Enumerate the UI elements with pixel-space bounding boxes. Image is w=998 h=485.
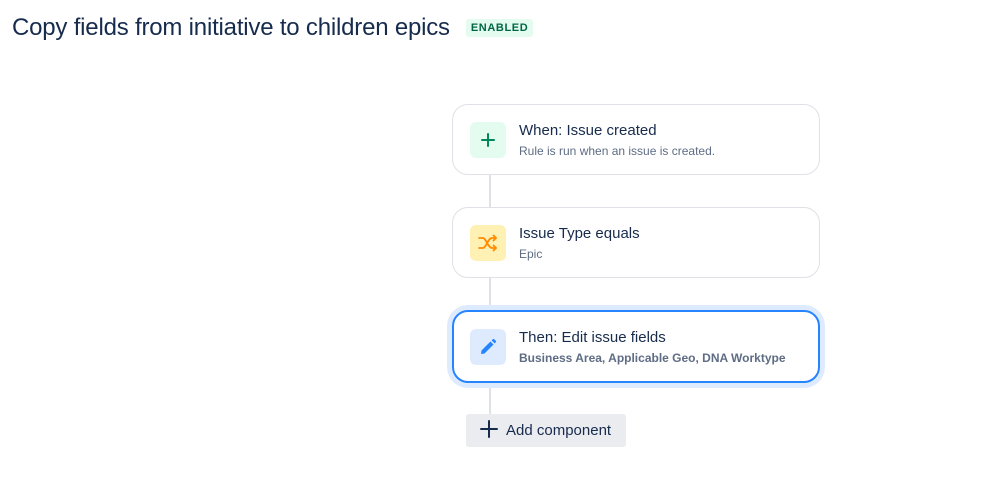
add-component-button[interactable]: Add component bbox=[466, 414, 626, 447]
connector-line bbox=[489, 382, 491, 416]
component-subtitle: Rule is run when an issue is created. bbox=[519, 143, 716, 158]
component-subtitle: Epic bbox=[519, 246, 543, 261]
shuffle-icon bbox=[470, 224, 506, 261]
page-title: Copy fields from initiative to children … bbox=[12, 14, 450, 41]
connector-line bbox=[489, 174, 491, 208]
component-title: Then: Edit issue fields bbox=[519, 328, 666, 346]
trigger-component-card[interactable]: When: Issue created Rule is run when an … bbox=[452, 104, 820, 175]
pencil-icon bbox=[470, 328, 506, 365]
plus-icon bbox=[480, 420, 498, 441]
action-component-card[interactable]: Then: Edit issue fields Business Area, A… bbox=[452, 310, 820, 383]
component-subtitle: Business Area, Applicable Geo, DNA Workt… bbox=[519, 350, 786, 365]
plus-icon bbox=[470, 121, 506, 158]
status-badge: ENABLED bbox=[465, 19, 534, 37]
component-title: Issue Type equals bbox=[519, 224, 640, 242]
rule-header: Copy fields from initiative to children … bbox=[12, 14, 534, 42]
connector-line bbox=[489, 277, 491, 311]
automation-rule-editor: Copy fields from initiative to children … bbox=[0, 0, 998, 485]
condition-component-card[interactable]: Issue Type equals Epic bbox=[452, 207, 820, 278]
add-component-label: Add component bbox=[506, 422, 612, 439]
component-title: When: Issue created bbox=[519, 121, 657, 139]
